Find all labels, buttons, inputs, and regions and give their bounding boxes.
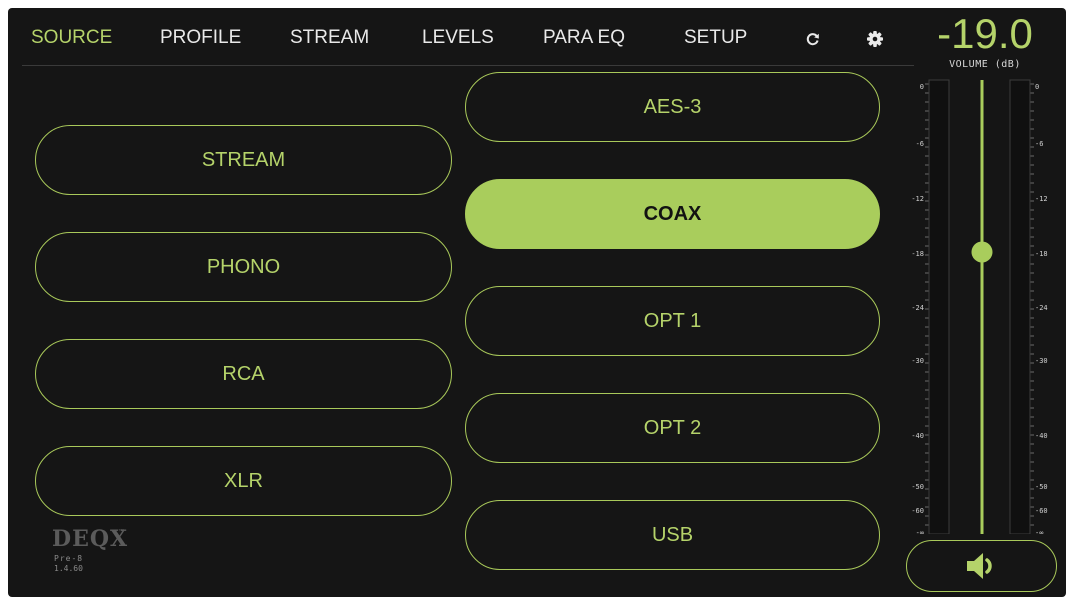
scale-label-left: -∞ [916, 529, 924, 534]
tab-levels[interactable]: LEVELS [422, 27, 494, 49]
scale-label-right: -30 [1035, 357, 1048, 365]
scale-label-right: -18 [1035, 250, 1048, 258]
source-xlr-button[interactable]: XLR [35, 446, 452, 516]
scale-label-right: -12 [1035, 195, 1048, 203]
model-name: Pre-8 [54, 554, 84, 563]
scale-label-right: -6 [1035, 140, 1043, 148]
tab-setup[interactable]: SETUP [684, 27, 747, 49]
refresh-icon[interactable] [802, 28, 824, 50]
scale-label-left: -18 [911, 250, 924, 258]
scale-label-right: -24 [1035, 304, 1048, 312]
scale-label-right: 0 [1035, 83, 1039, 91]
scale-label-right: -50 [1035, 483, 1048, 491]
source-coax-button[interactable]: COAX [465, 179, 880, 249]
tab-source[interactable]: SOURCE [31, 27, 112, 49]
source-opt2-button[interactable]: OPT 2 [465, 393, 880, 463]
gear-icon[interactable] [864, 28, 886, 50]
source-aes3-button[interactable]: AES-3 [465, 72, 880, 142]
app-screen: SOURCE PROFILE STREAM LEVELS PARA EQ SET… [8, 8, 1066, 597]
nav-divider [22, 65, 914, 66]
scale-label-left: -6 [916, 140, 924, 148]
source-rca-button[interactable]: RCA [35, 339, 452, 409]
source-phono-button[interactable]: PHONO [35, 232, 452, 302]
volume-readout: -19.0 [937, 10, 1033, 57]
scale-label-left: -50 [911, 483, 924, 491]
scale-label-right: -∞ [1035, 529, 1043, 534]
scale-label-left: -30 [911, 357, 924, 365]
trademark-mark: ™ [118, 529, 124, 535]
firmware-version: 1.4.60 [54, 564, 83, 573]
scale-label-left: -40 [911, 432, 924, 440]
scale-label-left: -60 [911, 507, 924, 515]
volume-label: VOLUME (dB) [949, 59, 1021, 70]
deqx-logo: DEQX [52, 526, 129, 552]
volume-slider-knob[interactable] [971, 241, 993, 263]
left-level-bar [928, 79, 950, 534]
speaker-icon [966, 553, 992, 579]
mute-button[interactable] [906, 540, 1057, 592]
scale-label-left: -12 [911, 195, 924, 203]
source-stream-button[interactable]: STREAM [35, 125, 452, 195]
scale-label-right: -60 [1035, 507, 1048, 515]
source-usb-button[interactable]: USB [465, 500, 880, 570]
source-opt1-button[interactable]: OPT 1 [465, 286, 880, 356]
scale-label-right: -40 [1035, 432, 1048, 440]
scale-label-left: 0 [920, 83, 924, 91]
tab-stream[interactable]: STREAM [290, 27, 369, 49]
right-level-bar [1009, 79, 1031, 534]
tab-profile[interactable]: PROFILE [160, 27, 241, 49]
scale-label-left: -24 [911, 304, 924, 312]
volume-meter: 0 0 -6 -6 -12 -12 -18 -18 -24 -24 -30 -30 -40 -40 -50 -… [911, 79, 1048, 534]
tab-para-eq[interactable]: PARA EQ [543, 27, 625, 49]
